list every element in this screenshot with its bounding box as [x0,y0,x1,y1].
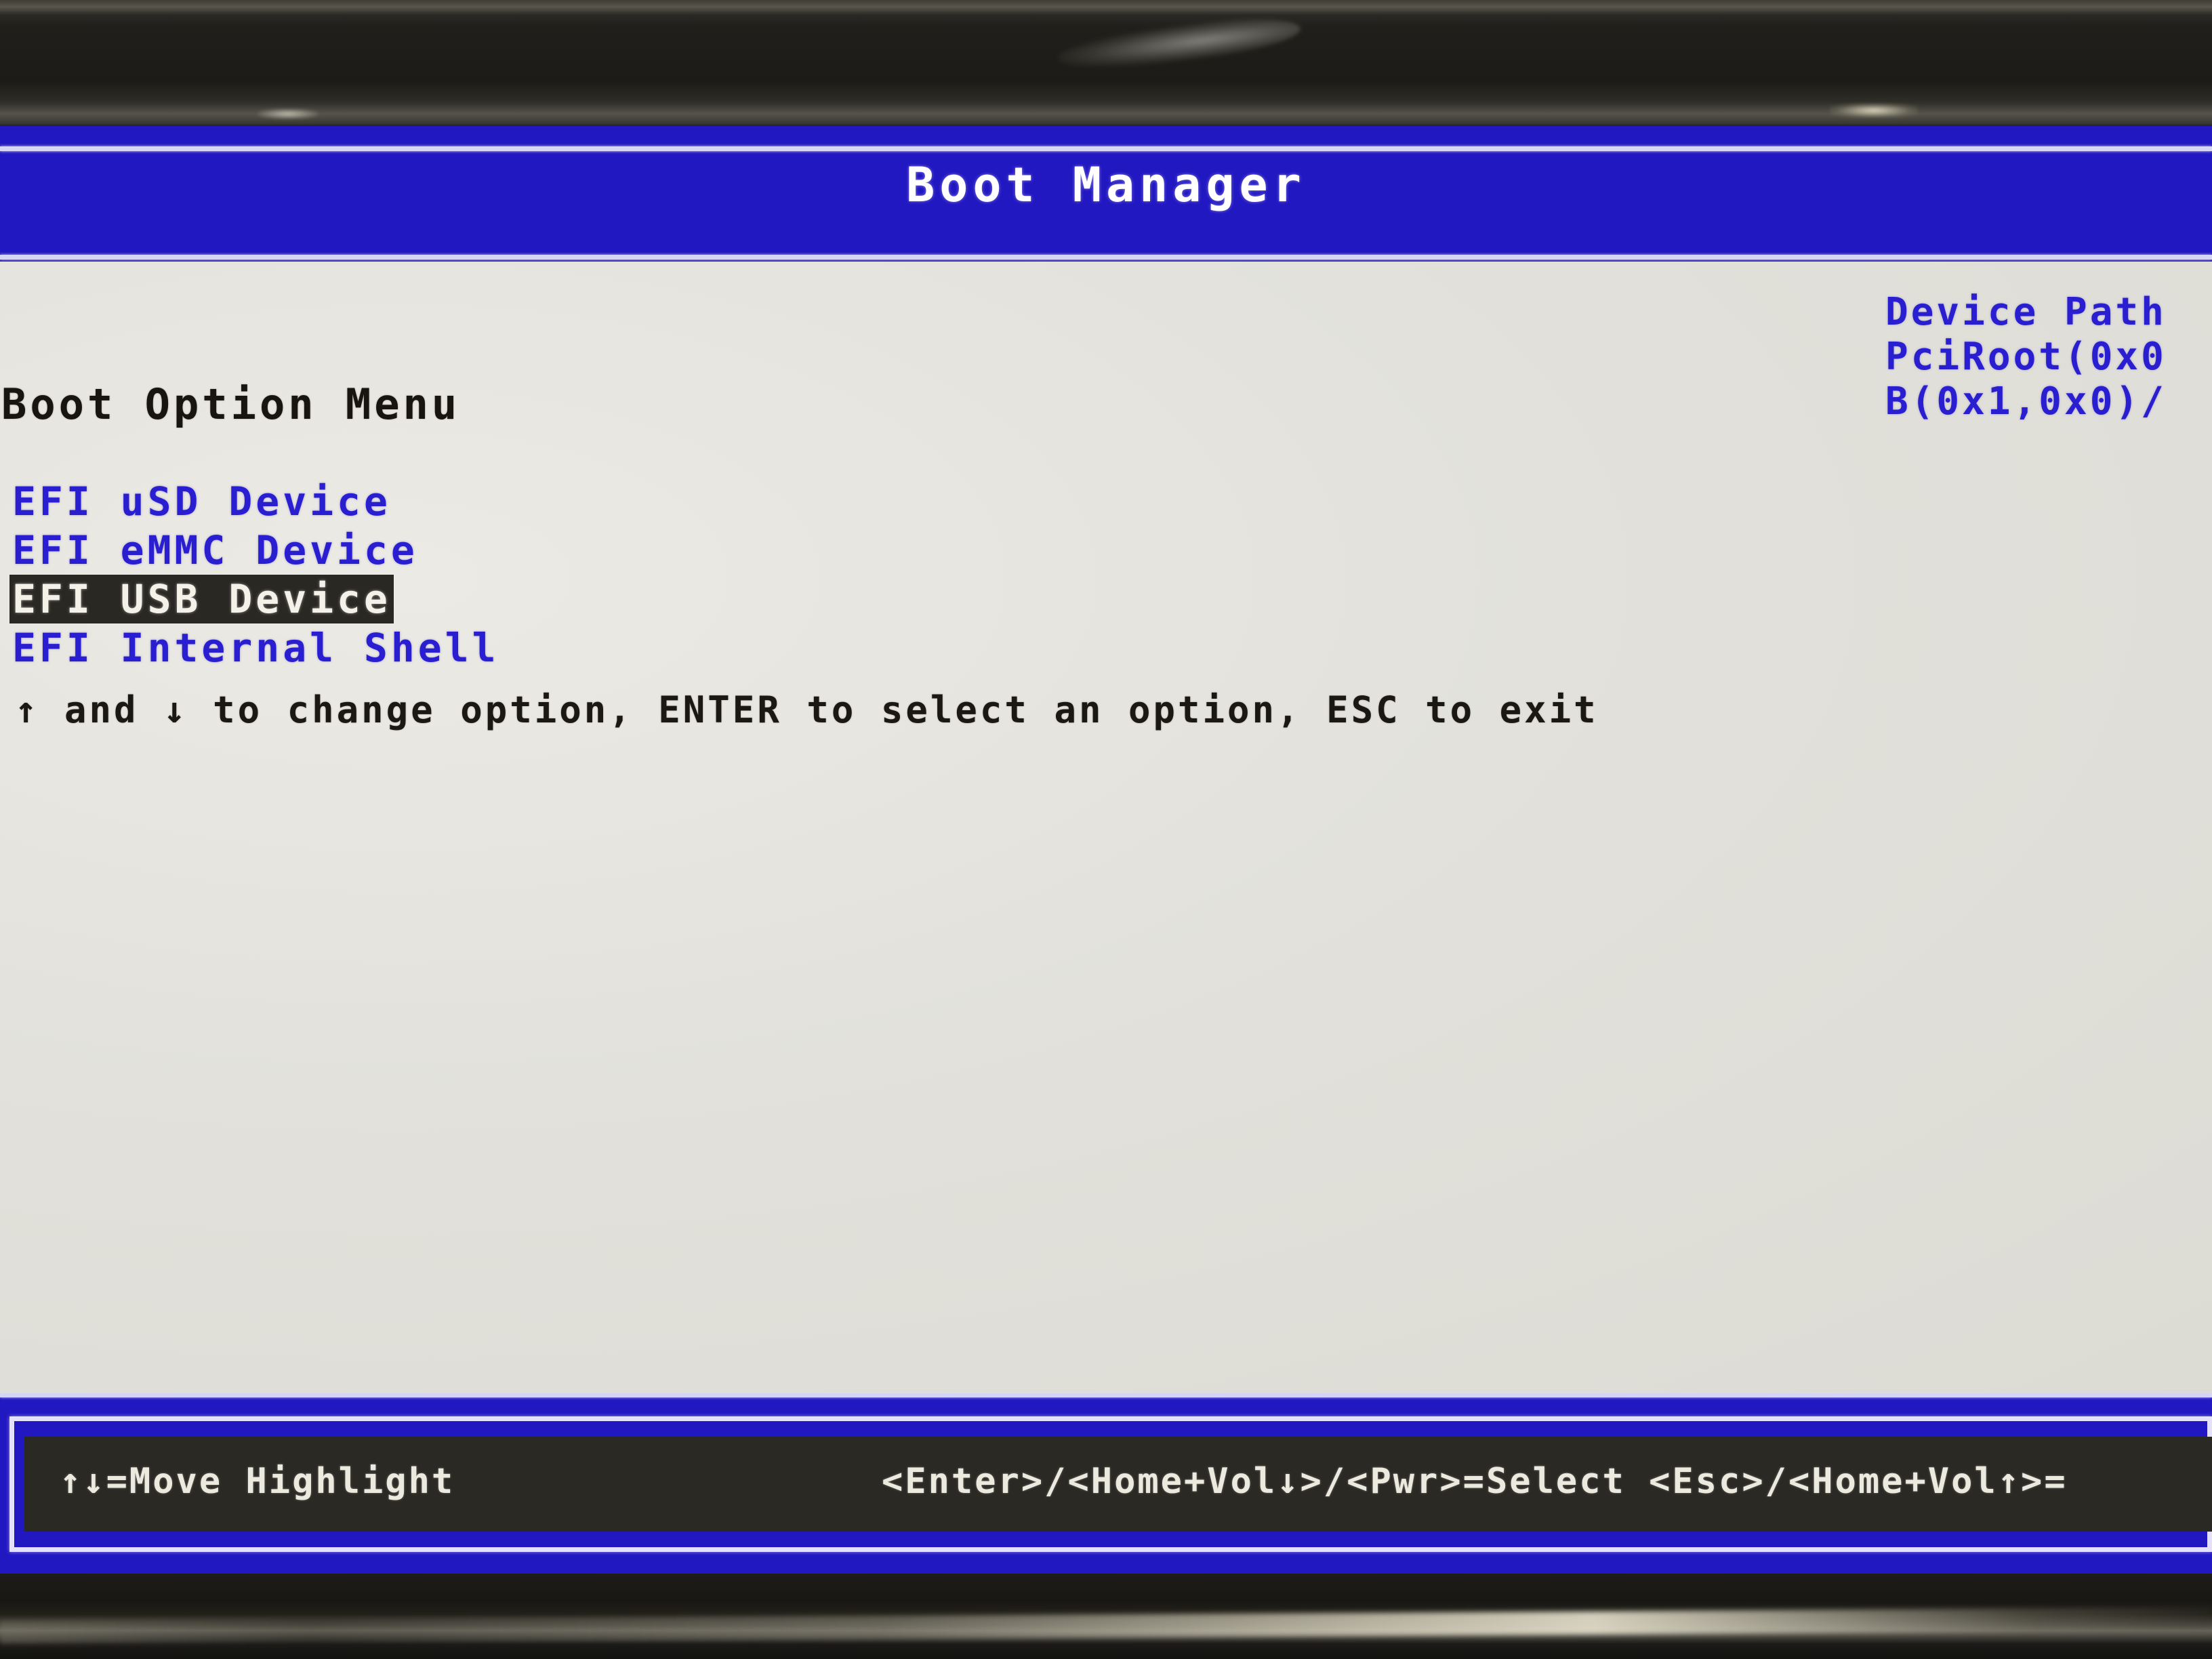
status-bar-panel: ↑↓=Move Highlight <Enter>/<Home+Vol↓>/<P… [24,1437,2212,1532]
title-rule-top [0,146,2212,151]
boot-option-usb[interactable]: EFI USB Device [9,575,394,623]
title-rule-bottom [0,255,2212,260]
main-content: Boot Option Menu EFI uSD Device EFI eMMC… [0,262,2212,1393]
device-bezel-top [0,0,2212,126]
boot-option-list: EFI uSD Device EFI eMMC Device EFI USB D… [9,477,502,672]
bezel-reflection-2-icon [1830,103,1918,118]
boot-option-emmc[interactable]: EFI eMMC Device [9,526,421,575]
list-item[interactable]: EFI Internal Shell [9,623,502,672]
boot-option-internal-shell[interactable]: EFI Internal Shell [9,623,502,672]
status-bar: ↑↓=Move Highlight <Enter>/<Home+Vol↓>/<P… [0,1393,2212,1574]
list-item[interactable]: EFI uSD Device [9,477,502,526]
status-rule-top [0,1393,2212,1397]
boot-option-usd[interactable]: EFI uSD Device [9,477,394,526]
status-move-highlight-hint: ↑↓=Move Highlight [60,1461,455,1502]
list-item[interactable]: EFI eMMC Device [9,526,502,575]
bezel-reflection-3-icon [258,108,319,119]
status-select-exit-hint: <Enter>/<Home+Vol↓>/<Pwr>=Select <Esc>/<… [882,1461,2068,1502]
bezel-reflection-icon [1056,11,1303,76]
device-photo: Boot Manager Boot Option Menu EFI uSD De… [0,0,2212,1659]
bezel-sheen-icon [0,1607,2212,1644]
title-bar: Boot Manager [0,126,2212,262]
device-path-line-1: PciRoot(0x0 [1885,335,2167,379]
device-bezel-bottom [0,1574,2212,1659]
navigation-hint-text: ↑ and ↓ to change option, ENTER to selec… [15,689,1599,731]
bios-screen: Boot Manager Boot Option Menu EFI uSD De… [0,126,2212,1574]
device-path-heading: Device Path [1885,290,2167,334]
device-path-panel: Device Path PciRoot(0x0 B(0x1,0x0)/ [1885,290,2167,424]
list-item[interactable]: EFI USB Device [9,575,502,623]
device-path-line-2: B(0x1,0x0)/ [1885,380,2167,424]
boot-option-menu-heading: Boot Option Menu [1,380,461,429]
page-title: Boot Manager [906,157,1306,213]
